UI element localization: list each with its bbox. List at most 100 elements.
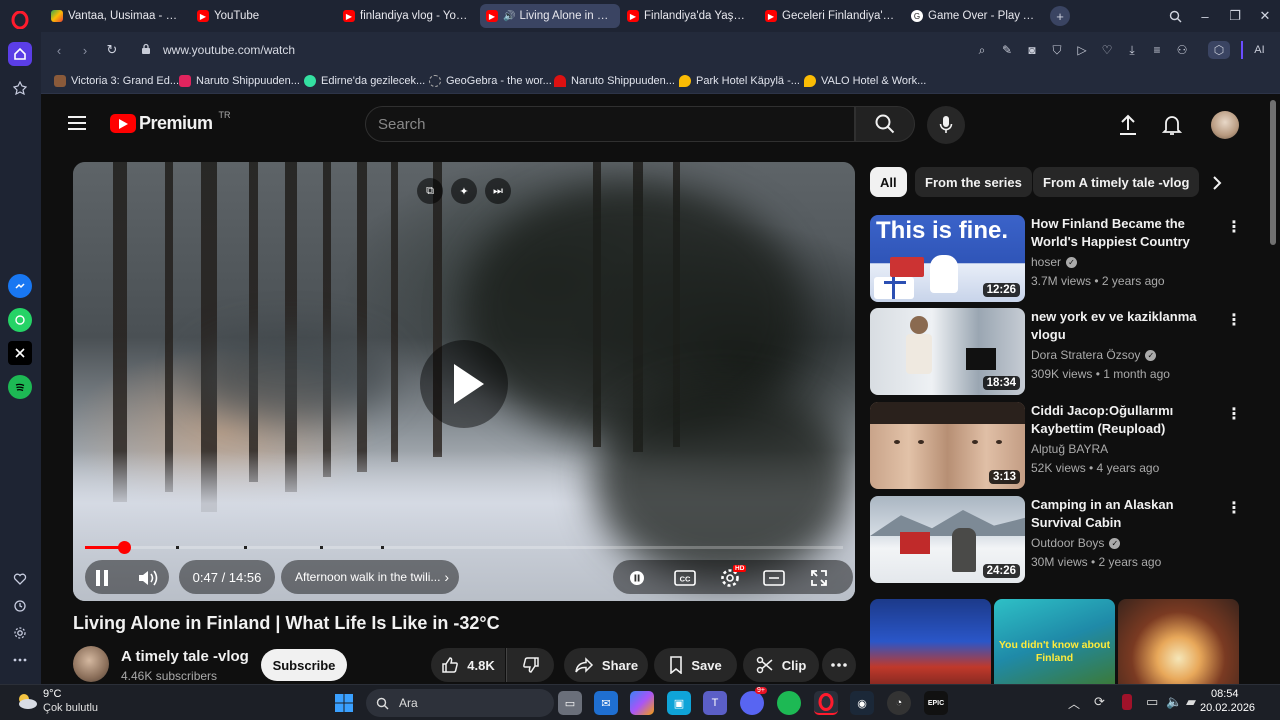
bookmark-item[interactable]: Naruto Shippuuden... [179,73,300,89]
more-vertical-icon[interactable]: ⋮ [1226,498,1242,518]
video-thumbnail[interactable]: 3:13 [870,402,1025,489]
video-title[interactable]: new york ev ve kaziklanma vlogu [1031,308,1211,344]
settings-gear-icon[interactable] [8,621,32,645]
network-icon[interactable]: ▭ [1146,694,1158,710]
taskbar-search[interactable]: Ara [366,689,554,717]
recommendation-item[interactable]: 18:34 new york ev ve kaziklanma vlogu Do… [870,308,1242,396]
clock-date[interactable]: 20.02.2026 [1200,702,1255,714]
more-actions-button[interactable] [822,648,856,682]
opera-taskbar-icon[interactable] [814,691,838,715]
pause-icon[interactable] [89,565,115,591]
opera-logo-icon[interactable] [8,8,32,32]
tab-youtube[interactable]: ▶ YouTube [191,4,337,28]
upload-icon[interactable] [1118,114,1138,141]
heart-outline-icon[interactable]: ♡ [1098,41,1116,59]
tab-vantaa[interactable]: Vantaa, Uusimaa - Google [45,4,187,28]
chapter-button[interactable]: Afternoon walk in the twili... › [281,560,459,594]
video-title[interactable]: How Finland Became the World's Happiest … [1031,215,1211,251]
search-input[interactable] [378,115,854,133]
subscribe-button[interactable]: Subscribe [261,649,347,681]
camera-icon[interactable]: ◙ [1023,41,1041,59]
chips-next-chevron-icon[interactable] [1206,172,1228,194]
fullscreen-icon[interactable] [806,565,832,591]
windows-start-icon[interactable] [332,691,356,715]
video-thumbnail[interactable]: 24:26 [870,496,1025,583]
bookmark-item[interactable]: GeoGebra - the wor... [429,73,552,89]
youtube-premium-logo[interactable]: Premium TR [110,110,231,134]
task-view-icon[interactable]: ▭ [558,691,582,715]
play-icon[interactable]: ▷ [1073,41,1091,59]
ai-sparkle-icon[interactable]: ✦ [451,178,477,204]
page-scrollbar[interactable] [1270,100,1276,245]
skip-next-icon[interactable]: ⏭ [485,178,511,204]
tab-search-icon[interactable] [1165,6,1185,26]
download-icon[interactable]: ⤓ [1123,41,1141,59]
channel-name[interactable]: Dora Stratera Özsoy ✓ [1031,348,1157,362]
channel-name[interactable]: Outdoor Boys ✓ [1031,536,1121,550]
search-button[interactable] [855,106,915,142]
spotify-icon[interactable] [8,375,32,399]
dislike-button[interactable] [506,648,554,682]
voice-search-button[interactable] [927,106,965,144]
notifications-bell-icon[interactable] [1161,114,1183,141]
clock-time[interactable]: 08:54 [1211,688,1239,700]
tab-geceleri-finlandiya[interactable]: ▶ Geceleri Finlandiya'da yol [759,4,901,28]
reload-icon[interactable]: ↻ [102,40,122,60]
sync-icon[interactable]: ⟳ [1094,694,1105,710]
channel-name[interactable]: A timely tale -vlog [121,648,249,665]
battery-icon[interactable]: ▰ [1186,694,1196,710]
video-title[interactable]: Ciddi Jacop:Oğullarımı Kaybettim (Reuplo… [1031,402,1211,438]
save-button[interactable]: Save [654,648,737,682]
zoom-lens-icon[interactable]: ⌕ [973,41,991,59]
heart-icon[interactable] [8,567,32,591]
recommendation-item[interactable]: 3:13 Ciddi Jacop:Oğullarımı Kaybettim (R… [870,402,1242,490]
channel-name[interactable]: Alptuğ BAYRA [1031,442,1108,456]
volume-icon[interactable] [136,565,162,591]
teams-icon[interactable]: T [703,691,727,715]
extensions-cube-icon[interactable]: ⬡ [1208,41,1230,59]
history-icon[interactable] [8,594,32,618]
recommendation-item[interactable]: 24:26 Camping in an Alaskan Survival Cab… [870,496,1242,584]
bookmark-item[interactable]: Park Hotel Käpylä -... [679,73,800,89]
menu-lines-icon[interactable]: ≡ [1148,41,1166,59]
short-thumbnail[interactable]: You didn't know about Finland [994,599,1115,684]
shield-icon[interactable]: ⛉ [1048,41,1066,59]
close-icon[interactable]: ✕ [1255,6,1275,26]
tab-game-over[interactable]: G Game Over - Play A_cunni [905,4,1045,28]
theater-mode-icon[interactable] [761,565,787,591]
video-thumbnail[interactable]: 18:34 [870,308,1025,395]
copilot-icon[interactable] [630,691,654,715]
share-button[interactable]: Share [564,648,648,682]
tray-app-icon[interactable] [1122,694,1132,710]
minimize-icon[interactable]: – [1195,6,1215,26]
spotify-taskbar-icon[interactable] [777,691,801,715]
bookmark-item[interactable]: Edirne'da gezilecek... [304,73,425,89]
channel-avatar[interactable] [73,646,109,682]
captions-icon[interactable]: CC [672,565,698,591]
weather-cloud-icon[interactable] [16,691,38,711]
home-icon[interactable] [8,42,32,66]
more-vertical-icon[interactable]: ⋮ [1226,404,1242,424]
epic-games-icon[interactable]: EPIC [924,691,948,715]
play-button[interactable] [418,338,510,430]
tab-living-alone[interactable]: ▶ 🔊 Living Alone in Finland [480,4,620,28]
x-twitter-icon[interactable] [8,341,32,365]
pin-icon[interactable] [8,76,32,100]
messenger-icon[interactable] [8,274,32,298]
video-title[interactable]: Camping in an Alaskan Survival Cabin [1031,496,1211,532]
chip-all[interactable]: All [870,167,907,197]
bookmark-item[interactable]: VALO Hotel & Work... [804,73,926,89]
new-tab-plus-icon[interactable]: + [1050,6,1070,26]
more-vertical-icon[interactable]: ⋮ [1226,310,1242,330]
steam-icon[interactable]: ◉ [850,691,874,715]
bookmark-item[interactable]: Naruto Shippuuden... [554,73,675,89]
chip-from-the-series[interactable]: From the series [915,167,1032,197]
autoplay-toggle-icon[interactable] [624,565,650,591]
whatsapp-icon[interactable] [8,308,32,332]
clip-button[interactable]: Clip [743,648,819,682]
back-icon[interactable]: ‹ [49,40,69,60]
hamburger-menu-icon[interactable] [67,115,87,136]
speaker-volume-icon[interactable]: 🔈 [1166,694,1182,710]
clock-app-icon[interactable]: ◔ [887,691,911,715]
forward-icon[interactable]: › [75,40,95,60]
